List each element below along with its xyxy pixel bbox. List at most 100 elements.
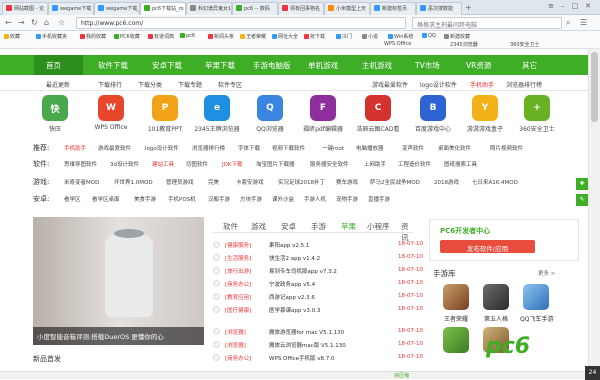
nav-item-vr[interactable]: VR资源: [466, 60, 491, 71]
row-link[interactable]: 字体下载: [238, 144, 260, 152]
row-link[interactable]: 看学区桌面: [92, 195, 120, 203]
menu-icon[interactable]: ≡: [548, 2, 561, 10]
game-icon[interactable]: [443, 284, 469, 310]
bookmark[interactable]: 抢下载: [304, 33, 325, 40]
nav-item-tv[interactable]: TV市场: [415, 60, 440, 71]
row-link[interactable]: 建站工具: [152, 160, 174, 168]
row-link[interactable]: 看学区: [64, 195, 81, 203]
row-link[interactable]: 切图软件: [186, 160, 208, 168]
row-link[interactable]: 电脑播放器: [356, 144, 384, 152]
nav-item-home[interactable]: 首页: [46, 60, 61, 71]
bookmark[interactable]: 新建收藏: [444, 33, 470, 40]
news-title[interactable]: 宁波政务app v5.4: [269, 280, 315, 288]
browser-tab[interactable]: pc6 -- 数码: [232, 2, 278, 15]
browser-tab[interactable]: wegame下载_: [94, 2, 140, 15]
app-tile[interactable]: e 2345王牌浏览器: [188, 95, 246, 133]
bookmark[interactable]: QQ: [422, 33, 436, 39]
news-item[interactable]: [浏览器] 搬旅云浏览器mac版 V5.1.130 18-07-10: [213, 339, 423, 351]
row-link[interactable]: 图纸搜索工具: [444, 160, 477, 168]
browser-tab[interactable]: 科幻诡异鬼女1: [186, 2, 232, 15]
refresh-icon[interactable]: ↻: [31, 18, 38, 27]
nav-item-single-game[interactable]: 单机游戏: [308, 60, 338, 71]
news-title[interactable]: 快生活2 app v1.4.2: [269, 254, 320, 262]
bookmark[interactable]: 手机收藏夹: [36, 33, 67, 40]
subnav-link[interactable]: 浏览器排行榜: [506, 80, 542, 89]
row-link[interactable]: 萨马2全民战争MOD: [370, 178, 420, 186]
row-link[interactable]: 直播手游: [368, 195, 390, 203]
more-link[interactable]: 更多 >: [538, 269, 555, 277]
news-title[interactable]: WPS Office手机版 v8.7.0: [269, 354, 335, 362]
window-controls[interactable]: ≡–□✕: [548, 2, 598, 10]
game-icon[interactable]: [523, 284, 549, 310]
app-tile[interactable]: W WPS Office: [82, 95, 140, 131]
browser-tab[interactable]: 恶次搜数能: [416, 2, 462, 15]
game-label[interactable]: QQ飞车手游: [520, 314, 553, 323]
close-icon[interactable]: ✕: [585, 2, 598, 10]
bookmark[interactable]: 我的收藏: [80, 33, 106, 40]
browser-tab[interactable]: 网站截图 - 论: [2, 2, 48, 15]
row-link[interactable]: 方块手游: [240, 195, 262, 203]
row-link[interactable]: logo设计软件: [145, 144, 179, 152]
nav-item-mobile-pc[interactable]: 手游电脑版: [253, 60, 291, 71]
featured-banner[interactable]: 小度智能音箱评测:搭载DuerOS 更懂你的心: [33, 217, 204, 345]
row-link[interactable]: 坏世界1.0MOD: [114, 178, 153, 186]
row-link[interactable]: JDK下载: [222, 160, 242, 168]
row-link[interactable]: 美食手游: [134, 195, 156, 203]
bookmark[interactable]: 小说: [362, 33, 378, 40]
news-title[interactable]: 搬旅云浏览器mac版 V5.1.130: [269, 341, 346, 349]
url-input[interactable]: http://www.pc6.com/: [76, 17, 406, 29]
row-link[interactable]: 服务器安全软件: [310, 160, 349, 168]
row-link[interactable]: 七日来A16.4MOD: [472, 178, 518, 186]
browser-tab[interactable]: wegame下载: [48, 2, 94, 15]
row-link[interactable]: 桌面美化软件: [438, 144, 471, 152]
maximize-icon[interactable]: □: [572, 2, 586, 10]
side-feedback-icon[interactable]: ✎: [576, 194, 588, 206]
nav-item-apple[interactable]: 苹果下载: [205, 60, 235, 71]
row-link[interactable]: 2018游戏: [434, 178, 459, 186]
bookmark[interactable]: 新闻头条: [208, 33, 234, 40]
scrollbar-thumb[interactable]: [591, 52, 598, 122]
app-tile[interactable]: 快快压: [26, 95, 84, 133]
app-tile[interactable]: +360安全卫士: [508, 95, 566, 133]
extensions-icon[interactable]: ☰: [580, 18, 587, 27]
subnav-link[interactable]: 游戏最爱软件: [372, 80, 408, 89]
news-tab[interactable]: 手游: [311, 221, 326, 232]
row-link[interactable]: 变声软件: [402, 144, 424, 152]
minimize-icon[interactable]: –: [561, 2, 572, 10]
bookmark[interactable]: PC6收藏: [114, 33, 140, 40]
nav-item-other[interactable]: 其它: [522, 60, 537, 71]
nav-item-console-game[interactable]: 主机游戏: [362, 60, 392, 71]
row-link[interactable]: 3d设计软件: [110, 160, 139, 168]
news-item[interactable]: [健康服务] 果阳app v2.5.1 18-07-10: [213, 239, 423, 251]
bookmark[interactable]: 网址大全: [272, 33, 298, 40]
news-tab[interactable]: 游戏: [251, 221, 266, 232]
row-link[interactable]: 照片视频软件: [490, 144, 523, 152]
news-item[interactable]: [教育应用] 西游记app v2.3.6 18-07-10: [213, 291, 423, 303]
app-tile[interactable]: Q QQ浏览器: [241, 95, 299, 133]
news-tab[interactable]: 安卓: [281, 221, 296, 232]
back-icon[interactable]: ←: [5, 18, 12, 27]
row-link[interactable]: 赛车游戏: [336, 178, 358, 186]
app-tile[interactable]: F 福昕pdf编辑器: [294, 95, 352, 133]
news-title[interactable]: 西游记app v2.3.6: [269, 293, 315, 301]
search-icon[interactable]: ⌕: [566, 18, 570, 28]
news-item[interactable]: [商务办公] WPS Office手机版 v8.7.0 18-07-10: [213, 352, 423, 364]
game-label[interactable]: 王者荣耀: [444, 314, 468, 323]
forward-icon[interactable]: →: [18, 18, 25, 27]
row-link[interactable]: 米奇变者MOD: [64, 178, 99, 186]
bookmark[interactable]: 2345浏览器: [450, 41, 478, 48]
star-icon[interactable]: ☆: [58, 18, 65, 27]
news-item[interactable]: [浏览器] 搬旅游览器for mac V5.1.130 18-07-10: [213, 326, 423, 338]
row-link[interactable]: 课外沙盒: [272, 195, 294, 203]
subnav-link[interactable]: 手机助手: [470, 80, 494, 89]
row-link[interactable]: 手机POS机: [168, 195, 196, 203]
row-link[interactable]: 淘宝图片下载器: [256, 160, 295, 168]
row-link[interactable]: 视频下载软件: [272, 144, 305, 152]
game-label[interactable]: 第五人格: [484, 314, 508, 323]
publish-button[interactable]: 发布软件/应用: [440, 240, 535, 253]
row-link[interactable]: 手游人机: [304, 195, 326, 203]
bookmark[interactable]: 有道词典: [148, 33, 174, 40]
subnav-link[interactable]: 最近更新: [46, 80, 70, 89]
home-icon[interactable]: ⌂: [44, 18, 49, 27]
bookmark[interactable]: pc6: [180, 33, 195, 39]
